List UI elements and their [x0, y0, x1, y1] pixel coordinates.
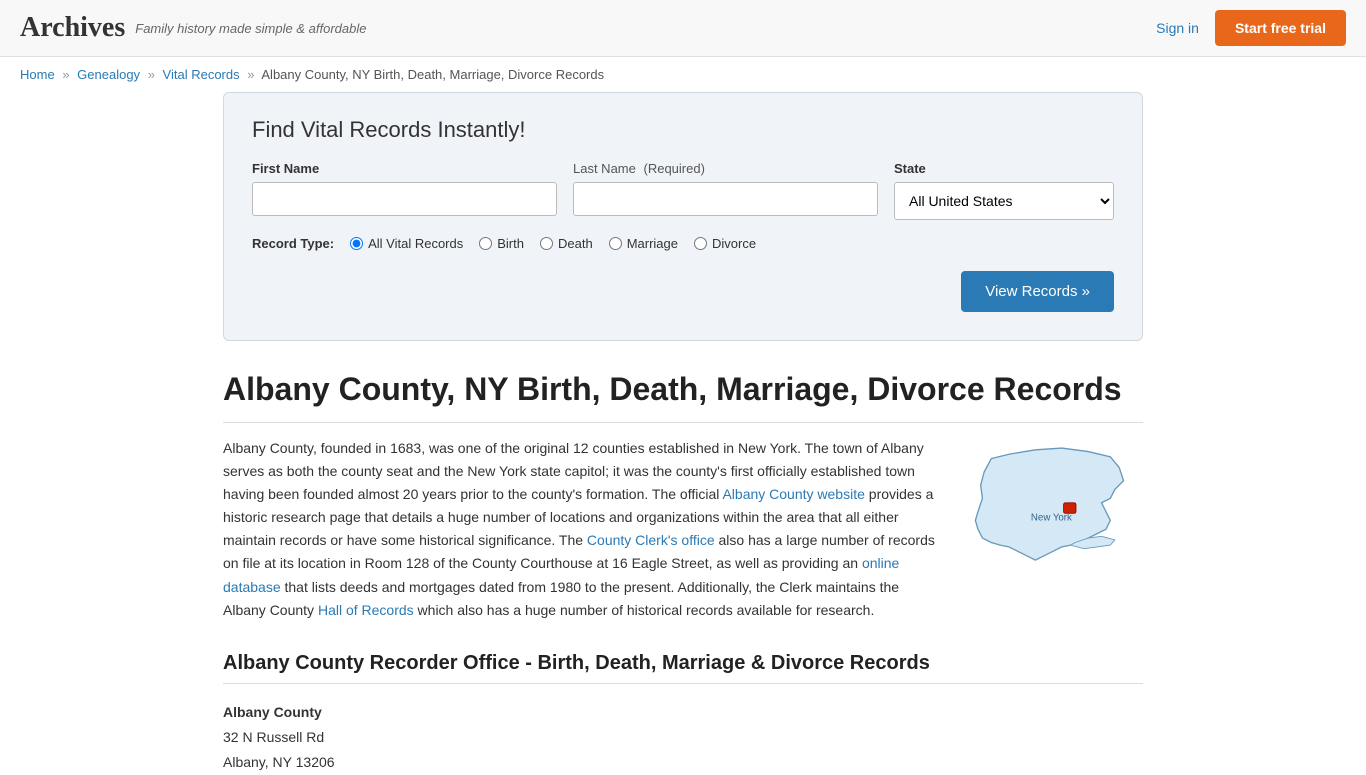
office-address2: Albany, NY 13206: [223, 750, 1143, 775]
record-type-death[interactable]: Death: [540, 236, 593, 251]
sign-in-link[interactable]: Sign in: [1156, 20, 1199, 36]
breadcrumb-sep-2: »: [148, 67, 155, 82]
last-name-label: Last Name (Required): [573, 161, 878, 176]
breadcrumb-vital-records[interactable]: Vital Records: [163, 67, 240, 82]
search-box-title: Find Vital Records Instantly!: [252, 117, 1114, 143]
record-type-divorce-radio[interactable]: [694, 237, 707, 250]
breadcrumb: Home » Genealogy » Vital Records » Alban…: [0, 57, 1366, 92]
record-type-row: Record Type: All Vital Records Birth Dea…: [252, 236, 1114, 251]
description-text: Albany County, founded in 1683, was one …: [223, 437, 943, 622]
first-name-group: First Name: [252, 161, 557, 220]
state-select[interactable]: All United States Alabama Alaska New Yor…: [894, 182, 1114, 220]
office-name: Albany County: [223, 700, 1143, 725]
breadcrumb-sep-1: »: [62, 67, 69, 82]
record-type-birth-radio[interactable]: [479, 237, 492, 250]
hall-of-records-link[interactable]: Hall of Records: [318, 602, 414, 618]
record-type-all[interactable]: All Vital Records: [350, 236, 463, 251]
breadcrumb-genealogy[interactable]: Genealogy: [77, 67, 140, 82]
record-type-options: All Vital Records Birth Death Marriage D…: [350, 236, 756, 251]
first-name-input[interactable]: [252, 182, 557, 216]
record-type-label: Record Type:: [252, 236, 334, 251]
logo: Archives: [20, 12, 125, 44]
form-row: First Name Last Name (Required) State Al…: [252, 161, 1114, 220]
header: Archives Family history made simple & af…: [0, 0, 1366, 57]
page-title: Albany County, NY Birth, Death, Marriage…: [223, 371, 1143, 423]
office-info: Albany County 32 N Russell Rd Albany, NY…: [223, 700, 1143, 775]
record-type-marriage-radio[interactable]: [609, 237, 622, 250]
view-records-button[interactable]: View Records »: [961, 271, 1114, 312]
last-name-group: Last Name (Required): [573, 161, 878, 220]
record-type-death-radio[interactable]: [540, 237, 553, 250]
header-left: Archives Family history made simple & af…: [20, 12, 366, 44]
albany-county-website-link[interactable]: Albany County website: [722, 486, 864, 502]
online-database-link[interactable]: online database: [223, 555, 899, 594]
record-type-divorce[interactable]: Divorce: [694, 236, 756, 251]
btn-row: View Records »: [252, 271, 1114, 312]
search-box: Find Vital Records Instantly! First Name…: [223, 92, 1143, 341]
state-group: State All United States Alabama Alaska N…: [894, 161, 1114, 220]
breadcrumb-sep-3: »: [247, 67, 254, 82]
ny-state-map: New York: [963, 441, 1143, 591]
breadcrumb-home[interactable]: Home: [20, 67, 55, 82]
record-type-birth[interactable]: Birth: [479, 236, 524, 251]
last-name-input[interactable]: [573, 182, 878, 216]
svg-text:New York: New York: [1031, 512, 1072, 523]
record-type-marriage[interactable]: Marriage: [609, 236, 678, 251]
map-container: New York: [963, 437, 1143, 622]
breadcrumb-current: Albany County, NY Birth, Death, Marriage…: [261, 67, 604, 82]
start-trial-button[interactable]: Start free trial: [1215, 10, 1346, 46]
office-address1: 32 N Russell Rd: [223, 725, 1143, 750]
description-section: Albany County, founded in 1683, was one …: [223, 437, 1143, 622]
tagline: Family history made simple & affordable: [135, 21, 366, 36]
state-label: State: [894, 161, 1114, 176]
first-name-label: First Name: [252, 161, 557, 176]
header-right: Sign in Start free trial: [1156, 10, 1346, 46]
section-heading: Albany County Recorder Office - Birth, D…: [223, 652, 1143, 684]
county-clerks-office-link[interactable]: County Clerk's office: [587, 532, 715, 548]
record-type-all-radio[interactable]: [350, 237, 363, 250]
main-content: Find Vital Records Instantly! First Name…: [203, 92, 1163, 775]
